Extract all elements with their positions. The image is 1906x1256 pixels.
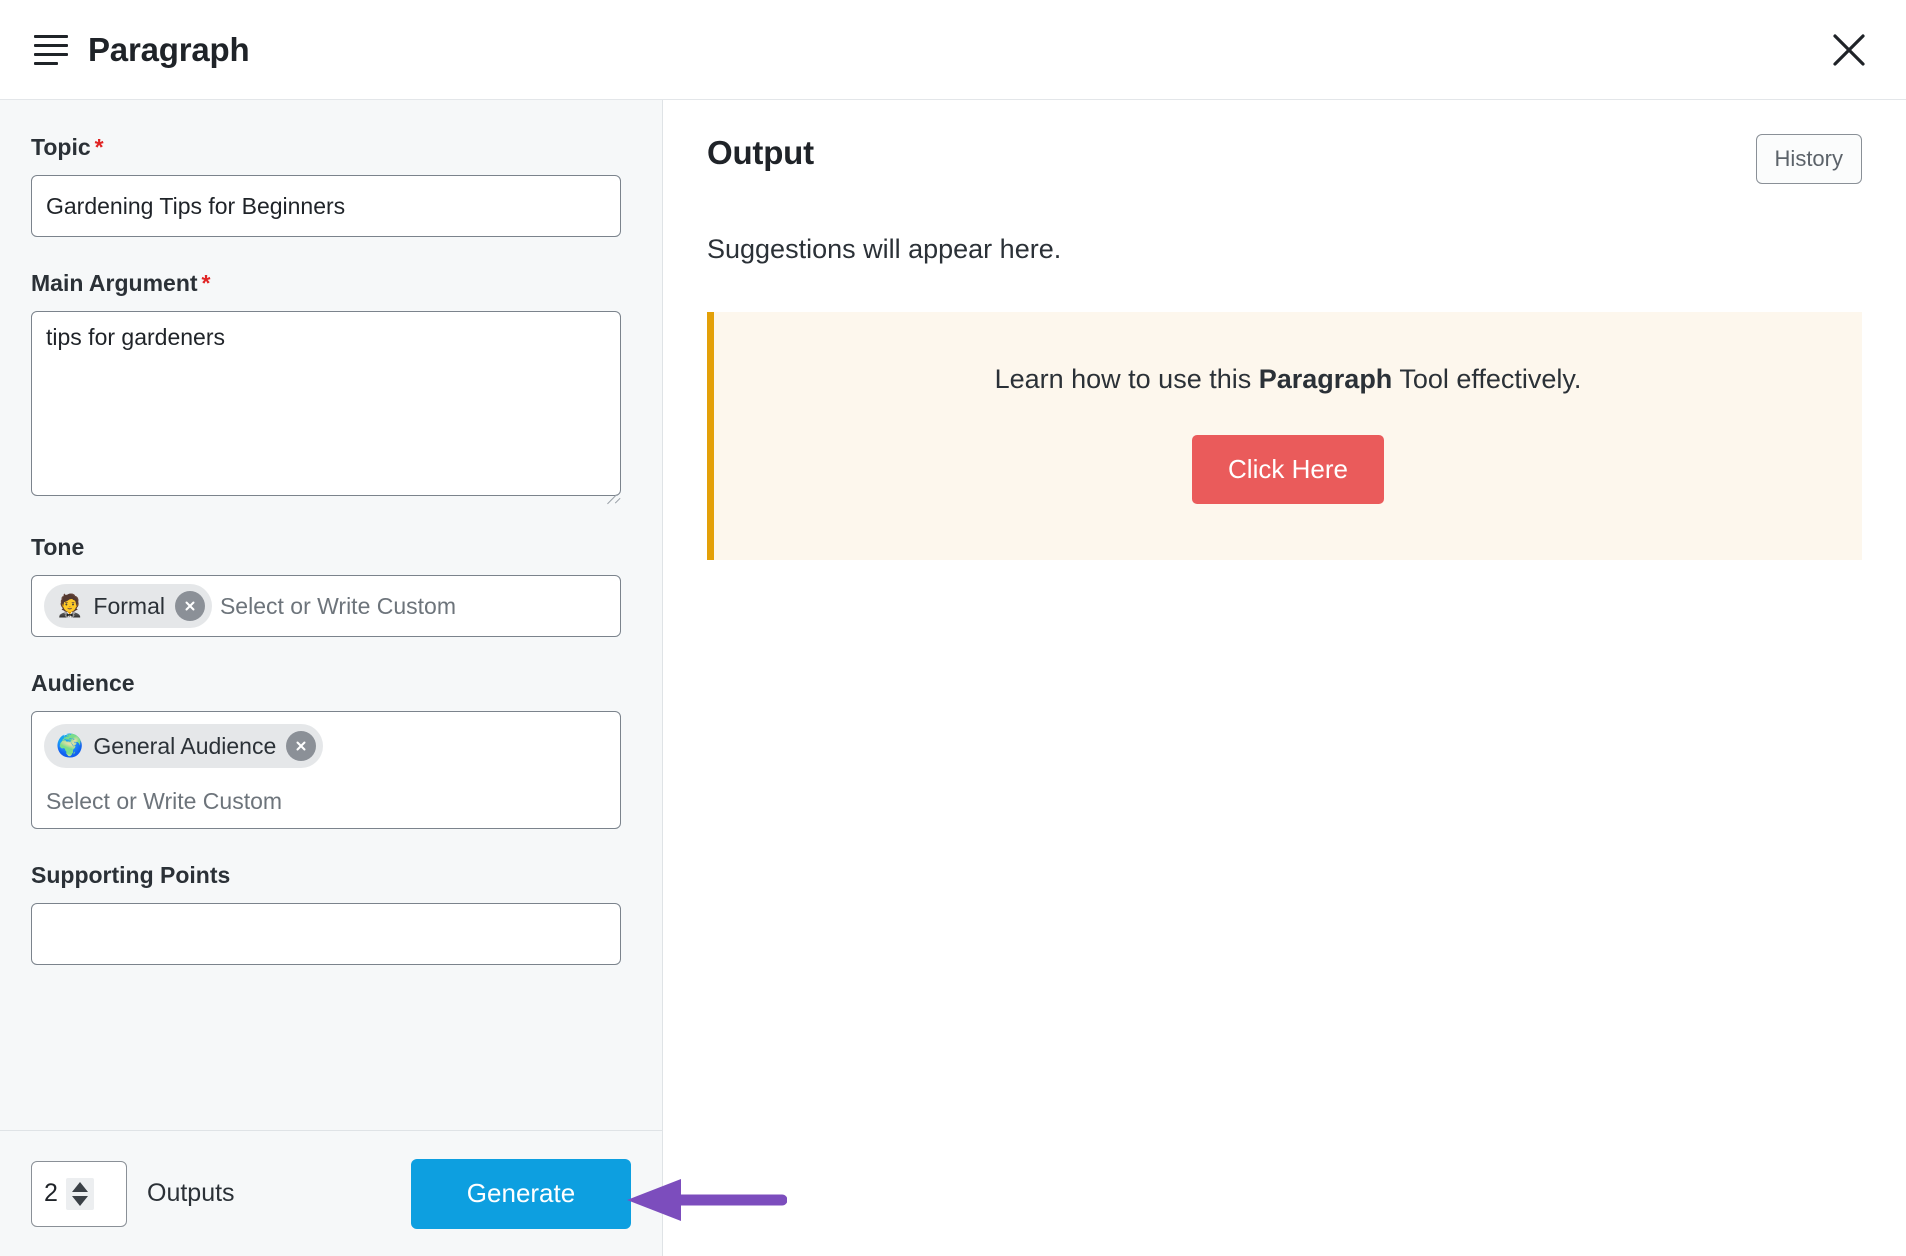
tone-label: Tone <box>31 534 85 560</box>
tone-chip-remove-icon[interactable] <box>174 591 205 621</box>
main-argument-textarea[interactable] <box>31 311 621 496</box>
topic-label-text: Topic <box>31 134 91 160</box>
audience-select[interactable]: 🌍 General Audience Select or Write Custo… <box>31 711 621 829</box>
topic-label: Topic * <box>31 134 621 161</box>
field-supporting-points: Supporting Points <box>31 862 621 965</box>
topic-input[interactable] <box>31 175 621 237</box>
input-form-panel: Topic* Main Argument* <box>0 100 663 1256</box>
outputs-count-value: 2 <box>44 1179 58 1207</box>
supporting-points-input[interactable] <box>31 903 621 965</box>
tone-placeholder: Select or Write Custom <box>219 592 456 619</box>
output-panel: Output History Suggestions will appear h… <box>663 100 1906 1256</box>
field-main-argument: Main Argument * <box>31 270 621 505</box>
click-here-button[interactable]: Click Here <box>1192 435 1384 504</box>
main-argument-label-text: Main Argument <box>31 270 198 296</box>
output-title: Output <box>707 134 814 171</box>
generate-button[interactable]: Generate <box>411 1158 631 1229</box>
globe-earth-emoji: 🌍 <box>56 733 84 758</box>
output-empty-text: Suggestions will appear here. <box>707 234 1062 264</box>
modal-header: Paragraph <box>0 0 1906 100</box>
chevron-up-icon[interactable] <box>71 1181 88 1192</box>
tone-chip-formal: 🤵 Formal <box>44 584 212 628</box>
close-icon[interactable] <box>1826 27 1872 73</box>
callout-text: Learn how to use this Paragraph Tool eff… <box>744 364 1832 395</box>
outputs-label: Outputs <box>147 1179 235 1207</box>
paragraph-lines-icon[interactable] <box>34 34 68 65</box>
field-audience: Audience 🌍 General Audience Select or Wr… <box>31 670 621 829</box>
audience-placeholder: Select or Write Custom <box>46 788 283 814</box>
help-callout: Learn how to use this Paragraph Tool eff… <box>707 312 1862 560</box>
main-argument-label: Main Argument * <box>31 270 621 297</box>
page-title: Paragraph <box>88 30 250 68</box>
history-button[interactable]: History <box>1755 134 1862 184</box>
audience-chip-remove-icon[interactable] <box>286 731 317 761</box>
audience-label: Audience <box>31 670 135 696</box>
supporting-points-label: Supporting Points <box>31 862 231 888</box>
outputs-count-stepper[interactable]: 2 <box>31 1160 127 1227</box>
tone-chip-label: Formal <box>93 592 165 619</box>
audience-chip-general: 🌍 General Audience <box>44 724 324 768</box>
main-argument-wrapper <box>31 311 621 505</box>
form-fields: Topic* Main Argument* <box>0 100 662 1130</box>
output-header: Output History <box>707 134 1862 184</box>
topic-required-marker: * <box>94 134 104 160</box>
callout-text-after: Tool effectively. <box>1392 364 1582 394</box>
stepper-arrows[interactable] <box>65 1177 94 1210</box>
modal-body: Topic* Main Argument* <box>0 100 1906 1256</box>
audience-chip-label: General Audience <box>93 732 277 759</box>
main-argument-required-marker: * <box>201 270 211 296</box>
field-topic: Topic * <box>31 134 621 237</box>
callout-text-before: Learn how to use this <box>994 364 1259 394</box>
form-footer: 2 Outputs Generate <box>0 1130 662 1256</box>
chevron-down-icon[interactable] <box>71 1195 88 1206</box>
field-tone: Tone 🤵 Formal Select or Write Custom <box>31 534 621 637</box>
callout-text-bold: Paragraph <box>1258 364 1393 394</box>
paragraph-tool-modal: Paragraph Topic* M <box>0 0 1906 1256</box>
tone-select[interactable]: 🤵 Formal Select or Write Custom <box>31 575 621 637</box>
person-in-tuxedo-emoji: 🤵 <box>56 593 84 618</box>
